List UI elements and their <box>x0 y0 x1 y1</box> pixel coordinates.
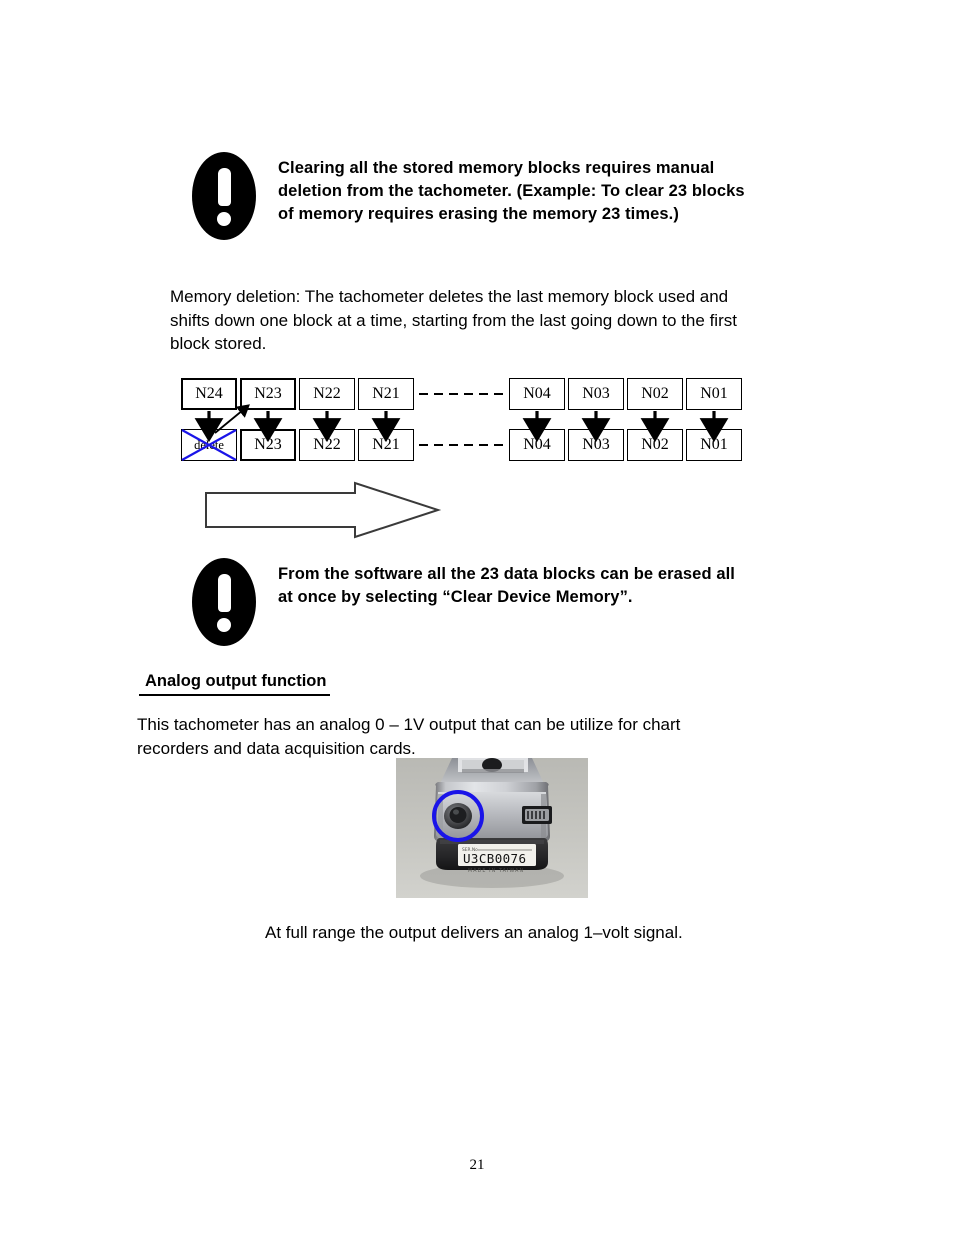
icon-exclamation-dot <box>217 212 231 226</box>
memory-deletion-paragraph: Memory deletion: The tachometer deletes … <box>170 287 737 353</box>
photo-caption: At full range the output delivers an ana… <box>265 923 683 942</box>
photo-content: SER.No U3CB0076 MADE IN TAIWAN <box>396 758 588 898</box>
tachometer-bottom-photo: SER.No U3CB0076 MADE IN TAIWAN <box>396 758 588 898</box>
page-section-heading: Analog output function <box>139 672 331 696</box>
page-number: 21 <box>469 1157 485 1173</box>
exclamation-circle-icon <box>192 152 256 240</box>
icon-exclamation-bar <box>217 574 231 612</box>
memory-block-shift-diagram: N24 N23 N22 N21 N04 N03 N02 N01 delete N… <box>0 370 954 490</box>
icon-exclamation-dot <box>217 618 231 632</box>
ellipsis-dashes <box>419 393 504 446</box>
icon-exclamation-bar <box>217 168 231 206</box>
section-heading-label: Analog output function <box>145 672 327 690</box>
serial-number-text: U3CB0076 <box>463 851 526 866</box>
diagram-connectors <box>181 393 729 461</box>
delete-cross-icon <box>181 429 237 461</box>
warning-callout-clear-device-memory: From the software all the 23 data blocks… <box>192 558 823 646</box>
origin-text: MADE IN TAIWAN <box>468 868 524 874</box>
down-arrows <box>194 411 729 443</box>
warning-callout-manual-deletion: Clearing all the stored memory blocks re… <box>192 152 838 240</box>
shift-arrow <box>214 404 250 434</box>
warning-callout-text: Clearing all the stored memory blocks re… <box>278 159 745 223</box>
warning-callout-text: From the software all the 23 data blocks… <box>278 565 735 606</box>
analog-output-paragraph: This tachometer has an analog 0 – 1V out… <box>137 715 681 758</box>
flow-direction-arrow-icon <box>205 481 442 539</box>
section-heading-underline <box>139 694 331 696</box>
exclamation-circle-icon <box>192 558 256 646</box>
